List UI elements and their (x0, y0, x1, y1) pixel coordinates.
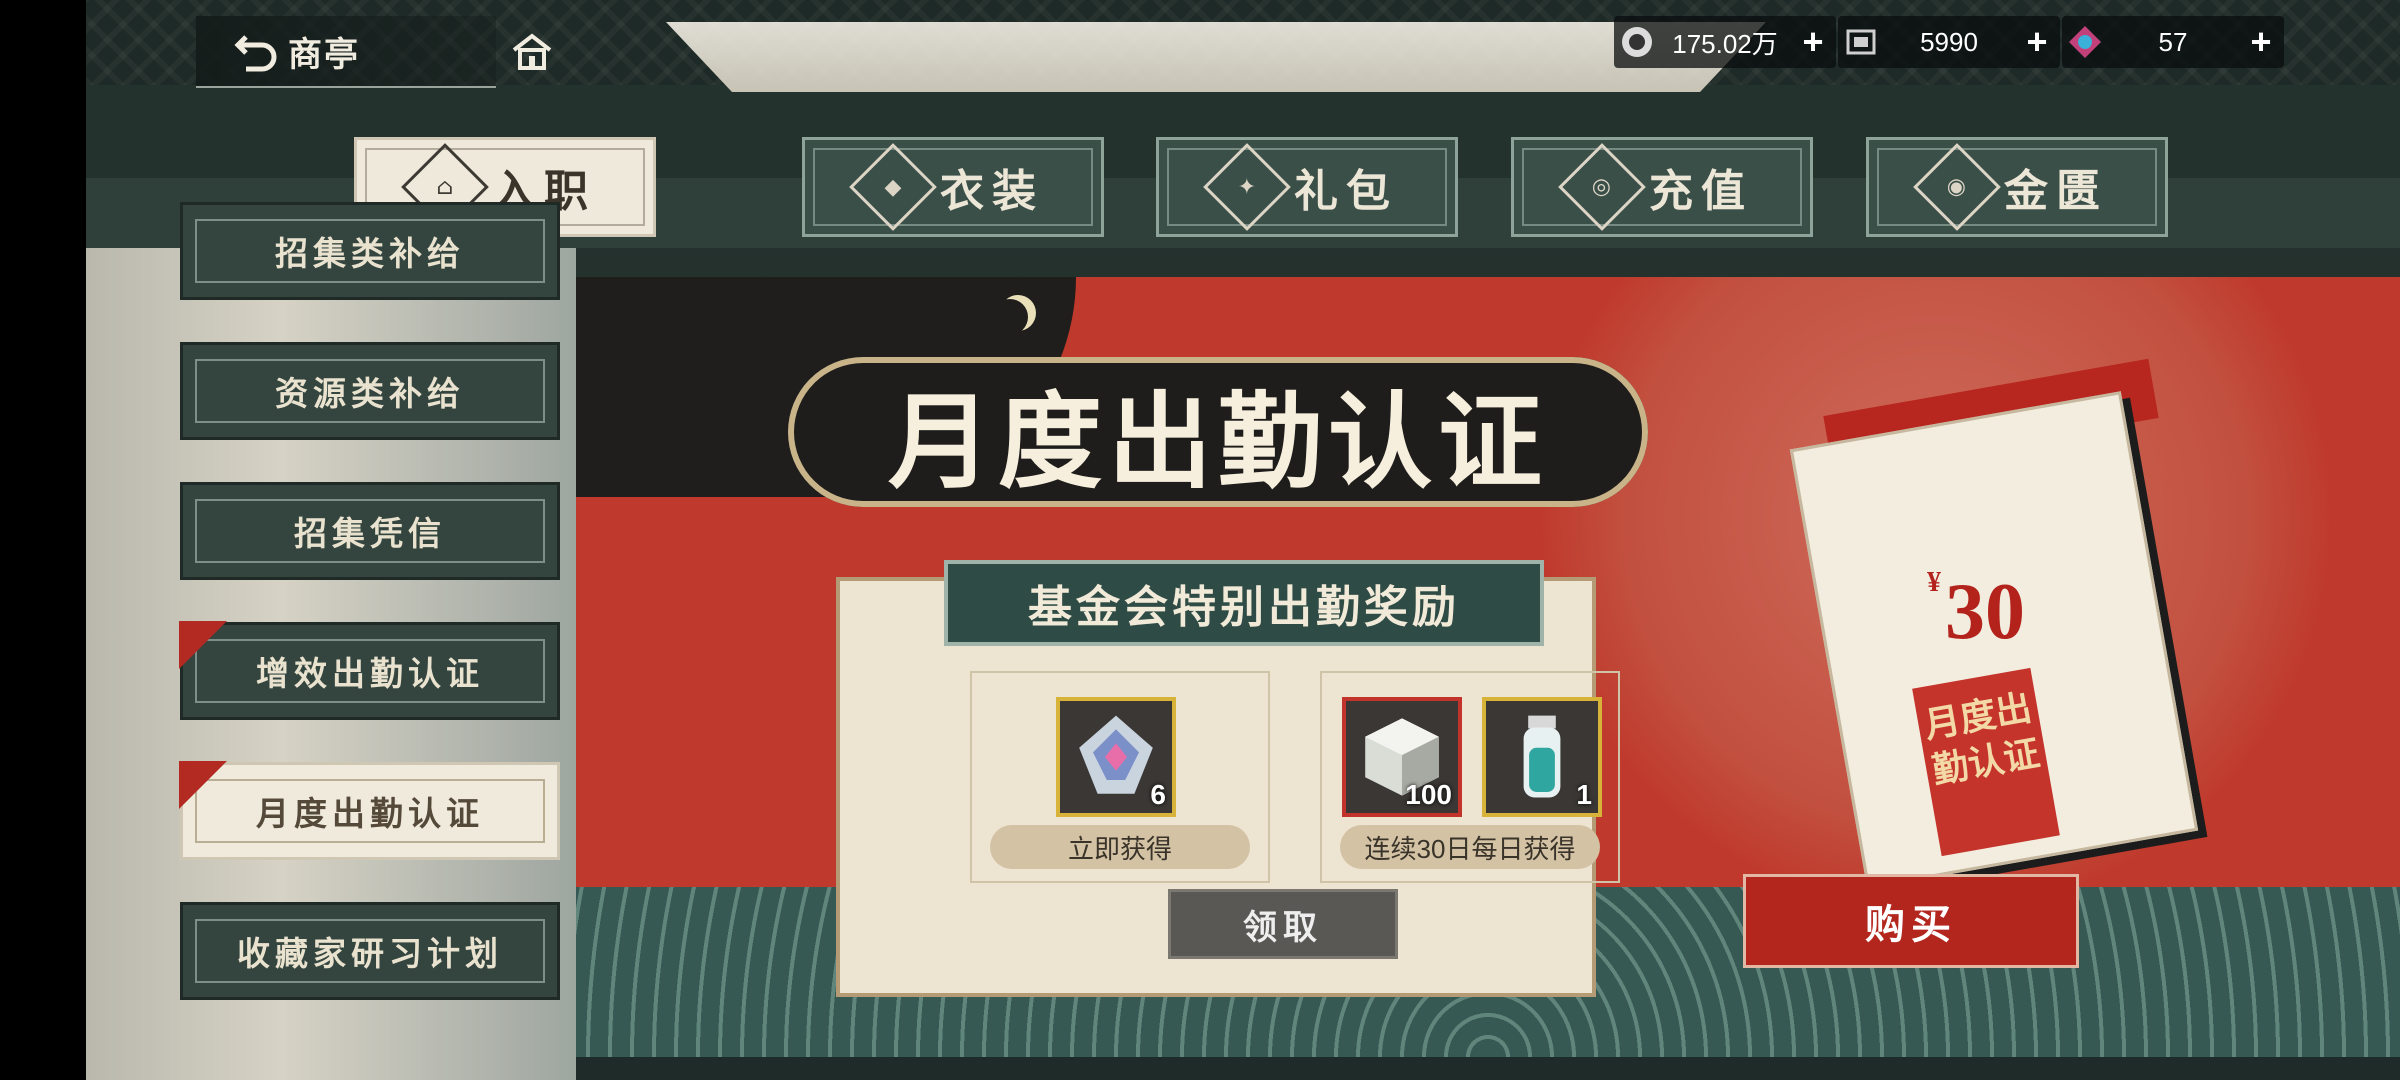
vault-badge-icon: ◉ (1913, 143, 2001, 231)
tab-gift[interactable]: ✦ 礼包 (1156, 137, 1458, 237)
vial-icon (1523, 715, 1561, 798)
prism-crystal-icon (1079, 715, 1153, 794)
home-button[interactable] (502, 22, 562, 82)
ticket-icon (1838, 19, 1884, 65)
currency-ticket: 5990 + (1838, 16, 2060, 68)
sidebar-item-recruit-supply[interactable]: 招集类补给 (180, 202, 560, 300)
sidebar-item-label: 资源类补给 (275, 374, 465, 413)
sidebar-item-label: 月度出勤认证 (256, 794, 484, 833)
panel-title-text: 月度出勤认证 (887, 379, 1548, 503)
red-flag-icon (179, 621, 227, 669)
currency-crystal: 57 + (2062, 16, 2284, 68)
price-display: ¥30 (1866, 567, 2086, 658)
coin-value: 175.02万 (1672, 28, 1778, 59)
coin-icon (1614, 19, 1660, 65)
crystal-add-button[interactable]: + (2238, 21, 2284, 63)
currency-coin: 175.02万 + (1614, 16, 1836, 68)
sidebar-item-label: 招集类补给 (275, 234, 465, 273)
sidebar-item-label: 增效出勤认证 (256, 654, 484, 693)
claim-button[interactable]: 领取 (1168, 889, 1398, 959)
item-count: 1 (1576, 779, 1592, 810)
sidebar: 招集类补给 资源类补给 招集凭信 增效出勤认证 月度出勤认证 收藏家研习计划 (86, 202, 576, 1080)
gift-badge-icon: ✦ (1203, 143, 1291, 231)
shop-screen: 商亭 175.02万 + 5990 + 57 + ⌂ 入职 ◆ 衣装 ✦ 礼包 … (86, 0, 2400, 1080)
tab-label: 金匮 (2004, 166, 2108, 217)
calendar-illustration: ¥30 月度出勤认证 (1766, 358, 2236, 897)
home-icon (512, 33, 552, 70)
back-arrow-icon (234, 35, 277, 72)
moon-icon (992, 299, 1028, 335)
sidebar-item-label: 招集凭信 (294, 514, 446, 553)
red-flag-icon (179, 761, 227, 809)
item-count: 100 (1405, 779, 1452, 810)
back-label: 商亭 (288, 34, 360, 75)
daily-reward-box: 100 1 连续30日每日获得 (1320, 671, 1620, 883)
sidebar-item-recruit-token[interactable]: 招集凭信 (180, 482, 560, 580)
tab-label: 充值 (1649, 166, 1753, 217)
coin-add-button[interactable]: + (1790, 21, 1836, 63)
outfit-badge-icon: ◆ (849, 143, 937, 231)
sidebar-item-resource-supply[interactable]: 资源类补给 (180, 342, 560, 440)
tab-label: 衣装 (940, 166, 1044, 217)
instant-reward-tag: 立即获得 (990, 825, 1250, 869)
sidebar-item-monthly-attendance[interactable]: 月度出勤认证 (179, 761, 560, 860)
price-value: 30 (1945, 568, 2025, 656)
daily-reward-tag: 连续30日每日获得 (1340, 825, 1600, 869)
reward-item-prism[interactable]: 6 (1056, 697, 1176, 817)
buy-button[interactable]: 购买 (1743, 874, 2079, 968)
ticket-value: 5990 (1920, 26, 1978, 57)
reward-item-vial[interactable]: 1 (1482, 697, 1602, 817)
tab-vault[interactable]: ◉ 金匮 (1866, 137, 2168, 237)
price-currency: ¥ (1927, 567, 1941, 598)
crystal-icon (2062, 19, 2108, 65)
tab-outfit[interactable]: ◆ 衣装 (802, 137, 1104, 237)
reward-card-title: 基金会特别出勤奖励 (944, 560, 1544, 646)
tab-label: 礼包 (1294, 166, 1398, 217)
recharge-badge-icon: ◎ (1558, 143, 1646, 231)
ticket-add-button[interactable]: + (2014, 21, 2060, 63)
tab-recharge[interactable]: ◎ 充值 (1511, 137, 1813, 237)
reward-item-cube[interactable]: 100 (1342, 697, 1462, 817)
item-count: 6 (1150, 779, 1166, 810)
sidebar-item-label: 收藏家研习计划 (237, 934, 503, 973)
sidebar-item-boost-attendance[interactable]: 增效出勤认证 (179, 621, 560, 720)
sidebar-item-collector-plan[interactable]: 收藏家研习计划 (180, 902, 560, 1000)
ceiling-light (666, 22, 1766, 92)
crystal-value: 57 (2158, 26, 2188, 57)
monthly-pass-panel: 月度出勤认证 基金会特别出勤奖励 6 立即获得 100 1 连续30日每日获得 … (576, 277, 2400, 1057)
panel-title: 月度出勤认证 (788, 357, 1648, 507)
instant-reward-box: 6 立即获得 (970, 671, 1270, 883)
back-button[interactable]: 商亭 (196, 16, 496, 88)
